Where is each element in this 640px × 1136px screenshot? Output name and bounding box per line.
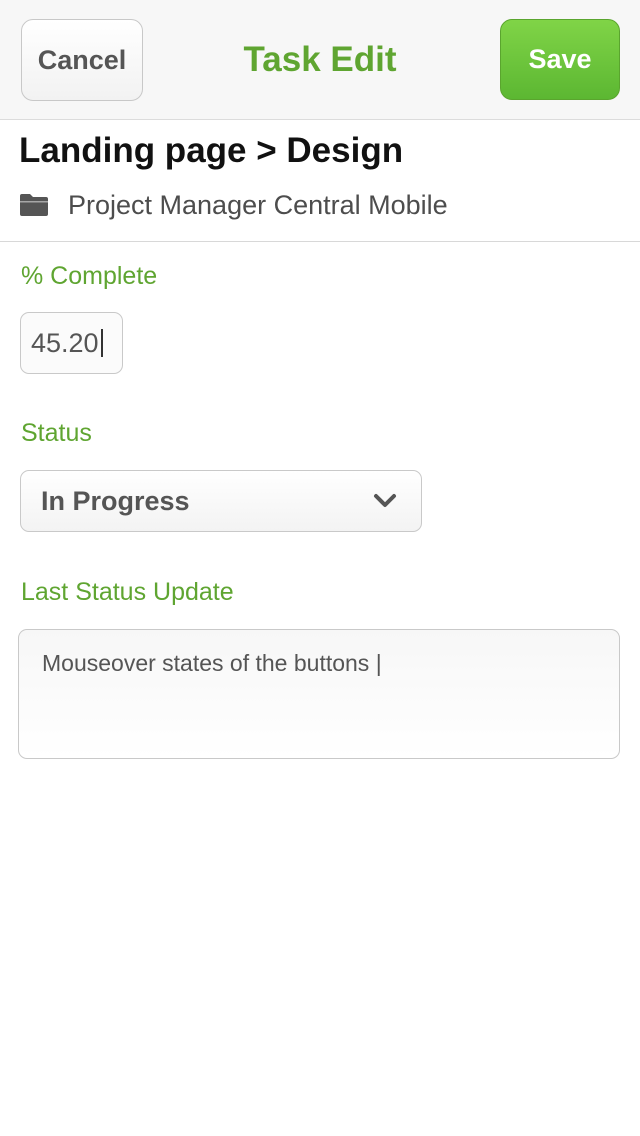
percent-complete-label: % Complete — [21, 262, 158, 290]
folder-icon — [19, 193, 49, 217]
status-selected-value: In Progress — [41, 485, 190, 516]
last-status-update-text: Mouseover states of the buttons | — [42, 650, 382, 676]
status-label: Status — [21, 419, 92, 447]
text-cursor — [100, 329, 103, 357]
save-button[interactable]: Save — [500, 19, 620, 100]
top-navigation-bar: Cancel Task Edit Save — [0, 0, 640, 120]
divider — [0, 241, 640, 242]
status-dropdown[interactable]: In Progress — [20, 470, 422, 532]
chevron-down-icon — [373, 491, 397, 511]
last-status-update-textarea[interactable]: Mouseover states of the buttons | — [18, 629, 620, 759]
cancel-button[interactable]: Cancel — [21, 19, 143, 101]
last-status-update-label: Last Status Update — [21, 578, 234, 606]
project-name: Project Manager Central Mobile — [68, 189, 448, 220]
page-title: Task Edit — [243, 40, 397, 79]
percent-complete-value: 45.20 — [31, 327, 99, 358]
task-title: Landing page > Design — [19, 131, 404, 170]
project-row: Project Manager Central Mobile — [19, 186, 448, 224]
percent-complete-input[interactable]: 45.20 — [20, 312, 123, 374]
